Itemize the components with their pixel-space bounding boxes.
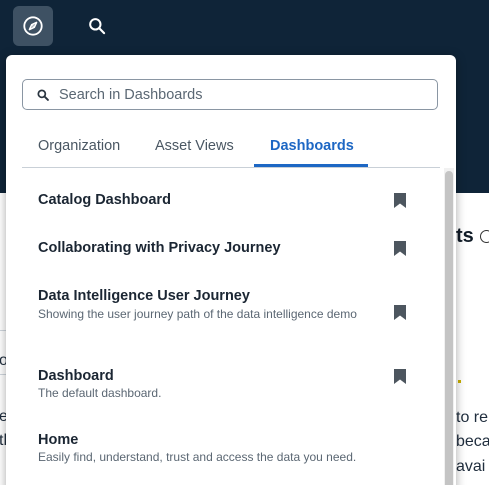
bookmark-icon[interactable] <box>394 193 406 208</box>
list-item-title: Collaborating with Privacy Journey <box>38 240 281 256</box>
tab-dashboards[interactable]: Dashboards <box>270 138 354 167</box>
tab-asset-views[interactable]: Asset Views <box>155 138 234 167</box>
list-item-title: Dashboard <box>38 368 114 384</box>
search-icon <box>36 88 50 102</box>
list-item-description: Showing the user journey path of the dat… <box>38 307 357 321</box>
navigation-button[interactable] <box>13 6 53 46</box>
search-input[interactable] <box>59 86 419 103</box>
list-item[interactable]: Catalog Dashboard <box>22 168 432 216</box>
list-item[interactable]: Data Intelligence User Journey Showing t… <box>22 264 432 344</box>
scrollbar-thumb[interactable] <box>445 171 453 485</box>
tab-organization[interactable]: Organization <box>38 138 120 167</box>
bookmark-icon[interactable] <box>394 305 406 320</box>
list-item[interactable]: Collaborating with Privacy Journey <box>22 216 432 264</box>
active-tab-indicator <box>254 164 368 167</box>
dashboard-search-field[interactable] <box>22 79 438 110</box>
list-item-description: Easily find, understand, trust and acces… <box>38 450 357 464</box>
list-item[interactable]: Home Easily find, understand, trust and … <box>22 408 432 472</box>
app-window: ts to re beca avai o e th <box>0 0 489 485</box>
list-item-title: Home <box>38 432 79 448</box>
list-item-title: Catalog Dashboard <box>38 192 171 208</box>
bookmark-icon[interactable] <box>394 369 406 384</box>
page-text-line: avai <box>456 458 486 475</box>
list-item[interactable]: Dashboard The default dashboard. <box>22 344 432 408</box>
search-icon <box>87 16 107 36</box>
status-dot <box>458 380 461 383</box>
list-item-description: The default dashboard. <box>38 386 162 400</box>
page-text-line: to re <box>456 409 489 426</box>
info-icon[interactable] <box>480 230 489 243</box>
global-search-button[interactable] <box>84 13 110 39</box>
tab-bar: Organization Asset Views Dashboards <box>22 132 440 168</box>
page-section-title: ts <box>456 225 474 247</box>
dashboard-list: Catalog Dashboard Collaborating with Pri… <box>22 168 440 485</box>
navigation-popover: Organization Asset Views Dashboards Cata… <box>6 55 456 485</box>
list-item-title: Data Intelligence User Journey <box>38 288 250 304</box>
bookmark-icon[interactable] <box>394 241 406 256</box>
page-text-line: beca <box>456 433 489 450</box>
top-nav-bar <box>0 0 489 52</box>
compass-icon <box>22 15 44 37</box>
